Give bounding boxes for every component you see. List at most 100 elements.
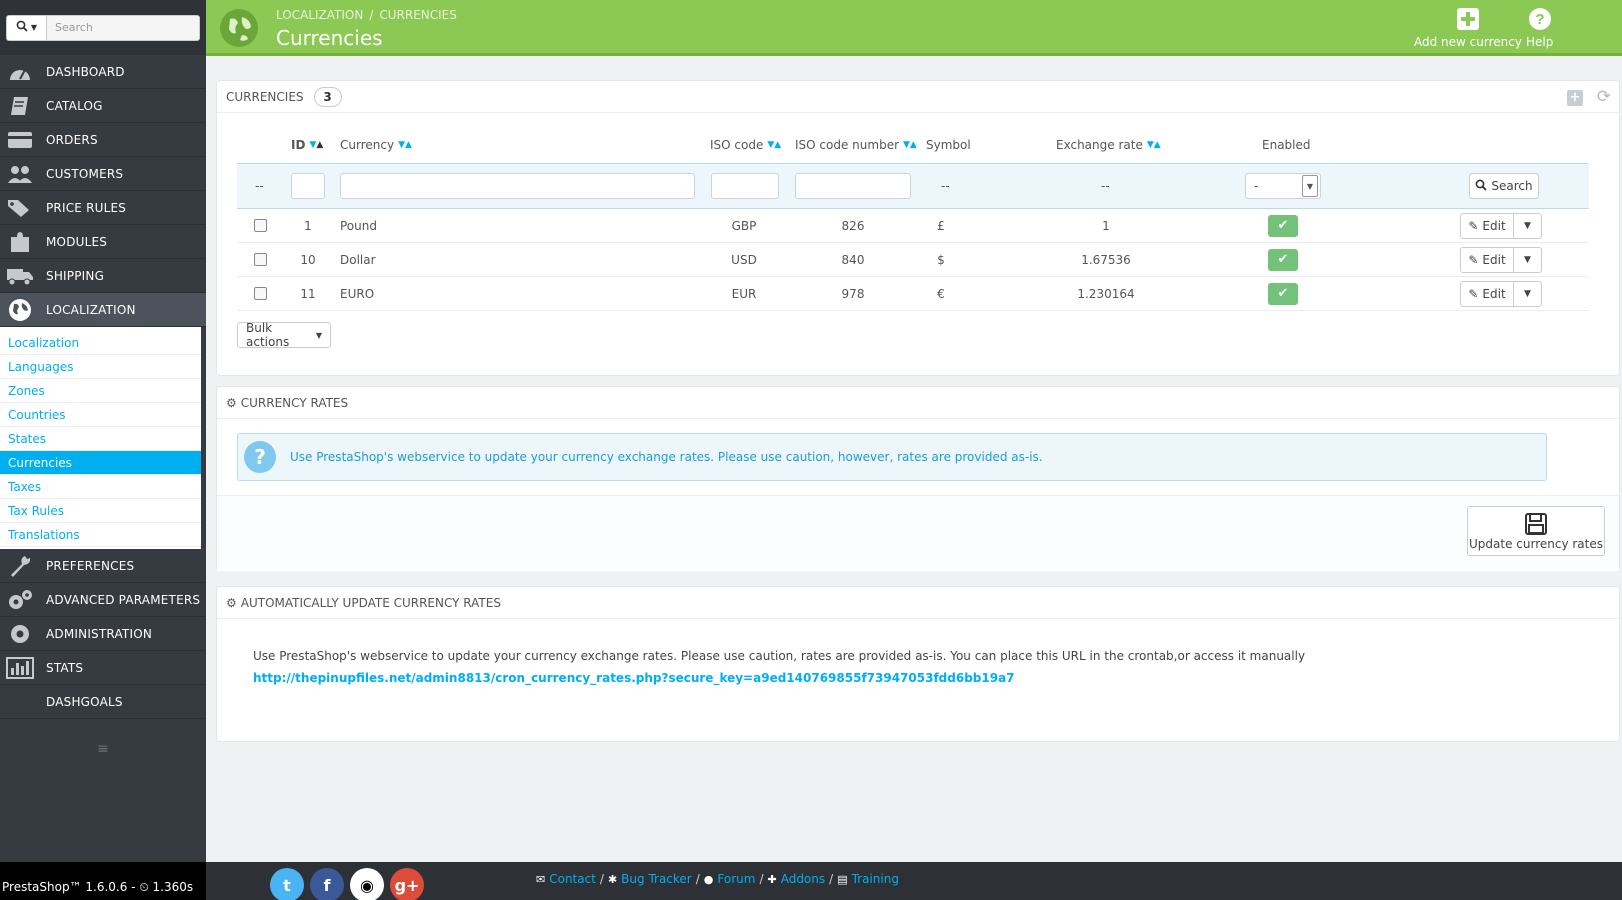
submenu-item-localization[interactable]: Localization <box>0 331 201 355</box>
footer-link-bug-tracker[interactable]: ✱ Bug Tracker / <box>608 872 700 886</box>
book-icon <box>6 94 34 118</box>
footer-links: ✉ Contact / ✱ Bug Tracker / ● Forum / ✚ Addons / ▤ Tr… <box>536 872 899 886</box>
cell-currency: EURO <box>340 286 375 301</box>
wrench-icon <box>6 554 34 578</box>
add-row-icon[interactable]: + <box>1567 90 1583 106</box>
cron-url-link[interactable]: http://thepinupfiles.net/admin8813/cron_… <box>253 671 1015 685</box>
nav-item-modules[interactable]: MODULES <box>0 225 206 259</box>
submenu-item-states[interactable]: States <box>0 427 201 451</box>
filter-id-input[interactable] <box>291 173 325 199</box>
col-currency-label: Currency <box>340 138 395 152</box>
col-iso-number[interactable]: ISO code number ▼▲ <box>795 127 917 163</box>
col-exchange-rate[interactable]: Exchange rate ▼▲ <box>1056 127 1161 163</box>
nav-item-customers[interactable]: CUSTOMERS <box>0 157 206 191</box>
sort-icon[interactable]: ▼▲ <box>1147 140 1161 150</box>
facebook-icon[interactable]: f <box>310 868 344 900</box>
search-button[interactable]: Search <box>1469 173 1539 199</box>
footer-link-training[interactable]: ▤ Training <box>837 872 899 886</box>
nav-item-stats[interactable]: STATS <box>0 651 206 685</box>
search-input[interactable]: Search <box>46 14 200 41</box>
col-iso-label: ISO code <box>710 138 764 152</box>
col-id[interactable]: ID ▼▲ <box>291 127 323 163</box>
edit-label: Edit <box>1482 286 1506 301</box>
submenu-item-tax-rules[interactable]: Tax Rules <box>0 499 201 523</box>
pencil-icon: ✎ <box>1468 286 1479 301</box>
submenu-item-zones[interactable]: Zones <box>0 379 201 403</box>
nav-item-label: ORDERS <box>46 132 98 147</box>
help-button[interactable]: ? Help <box>1526 6 1553 49</box>
filter-enabled-select[interactable]: - ▼ <box>1245 173 1321 199</box>
page-title: Currencies <box>276 26 383 50</box>
breadcrumb-localization[interactable]: LOCALIZATION <box>276 8 363 22</box>
breadcrumb-currencies[interactable]: CURRENCIES <box>379 8 457 22</box>
menu-collapse-icon[interactable]: ≡ <box>0 719 206 779</box>
version-text: PrestaShop™ 1.6.0.6 - <box>2 880 140 894</box>
col-currency[interactable]: Currency ▼▲ <box>340 127 412 163</box>
enabled-check-icon[interactable]: ✔ <box>1268 282 1298 305</box>
footer-link-contact[interactable]: ✉ Contact / <box>536 872 604 886</box>
nav-item-advanced-parameters[interactable]: ADVANCED PARAMETERS <box>0 583 206 617</box>
nav-item-price-rules[interactable]: PRICE RULES <box>0 191 206 225</box>
filter-row: -- -- -- - ▼ Search <box>237 163 1589 209</box>
cell-rate: 1.67536 <box>1081 252 1131 267</box>
chevron-down-icon: ▼ <box>1302 175 1318 197</box>
submenu-item-languages[interactable]: Languages <box>0 355 201 379</box>
nav-item-catalog[interactable]: CATALOG <box>0 89 206 123</box>
sort-icon[interactable]: ▼▲ <box>398 140 412 150</box>
submenu-item-currencies[interactable]: Currencies <box>0 451 201 475</box>
nav-item-orders[interactable]: ORDERS <box>0 123 206 157</box>
nav-item-dashgoals[interactable]: DASHGOALS <box>0 685 206 719</box>
nav-item-localization[interactable]: LOCALIZATION <box>0 293 206 327</box>
row-checkbox[interactable] <box>254 287 267 300</box>
filter-iso-number-input[interactable] <box>795 173 911 199</box>
add-new-currency-button[interactable]: Add new currency <box>1414 6 1522 49</box>
filter-iso-input[interactable] <box>711 173 779 199</box>
update-currency-rates-button[interactable]: Update currency rates <box>1467 506 1605 556</box>
dashboard-icon <box>6 60 34 84</box>
bug-icon: ✱ <box>607 872 618 886</box>
row-actions-dropdown[interactable]: ▼ <box>1514 280 1542 307</box>
footer-link-addons[interactable]: ✚ Addons / <box>767 872 833 886</box>
submenu-item-taxes[interactable]: Taxes <box>0 475 201 499</box>
nav-item-preferences[interactable]: PREFERENCES <box>0 549 206 583</box>
twitter-icon[interactable]: t <box>270 868 304 900</box>
save-icon <box>1468 511 1604 537</box>
footer-link-forum[interactable]: ● Forum / <box>704 872 764 886</box>
bulk-actions-button[interactable]: Bulk actions ▼ <box>237 321 331 349</box>
col-rate-label: Exchange rate <box>1056 138 1143 152</box>
sort-icon[interactable]: ▼▲ <box>903 140 917 150</box>
row-actions-dropdown[interactable]: ▼ <box>1514 212 1542 239</box>
cell-iso: EUR <box>731 286 757 301</box>
caret-down-icon: ▼ <box>315 330 322 340</box>
page-header: LOCALIZATION / CURRENCIES Currencies Add n… <box>206 0 1622 56</box>
enabled-check-icon[interactable]: ✔ <box>1268 248 1298 271</box>
col-iso-code[interactable]: ISO code ▼▲ <box>710 127 781 163</box>
nav-item-administration[interactable]: ADMINISTRATION <box>0 617 206 651</box>
edit-button[interactable]: ✎ Edit <box>1460 212 1514 239</box>
localization-submenu: Localization Languages Zones Countries State… <box>0 327 201 549</box>
row-actions-dropdown[interactable]: ▼ <box>1514 246 1542 273</box>
google-plus-icon[interactable]: g+ <box>390 868 424 900</box>
filter-currency-input[interactable] <box>340 173 695 199</box>
credit-card-icon <box>6 128 34 152</box>
edit-button[interactable]: ✎ Edit <box>1460 280 1514 307</box>
submenu-item-countries[interactable]: Countries <box>0 403 201 427</box>
auto-update-heading: ⚙ AUTOMATICALLY UPDATE CURRENCY RATES <box>217 587 1619 619</box>
table-row: 11 EURO EUR 978 €1.230164 ✔ ✎ Edit ▼ <box>237 277 1589 311</box>
refresh-icon[interactable]: ⟳ <box>1597 87 1611 107</box>
cell-iso-number: 840 <box>841 252 865 267</box>
edit-button[interactable]: ✎ Edit <box>1460 246 1514 273</box>
enabled-check-icon[interactable]: ✔ <box>1268 214 1298 237</box>
nav-item-label: LOCALIZATION <box>46 302 136 317</box>
sort-icon[interactable]: ▼▲ <box>309 140 323 150</box>
submenu-item-translations[interactable]: Translations <box>0 523 201 547</box>
sort-icon[interactable]: ▼▲ <box>767 140 781 150</box>
footer: t f ◉ g+ ✉ Contact / ✱ Bug Tracker / ● Forum / ✚ A… <box>206 862 1622 900</box>
row-checkbox[interactable] <box>254 253 267 266</box>
nav-item-shipping[interactable]: SHIPPING <box>0 259 206 293</box>
cell-symbol: € <box>937 286 945 301</box>
row-checkbox[interactable] <box>254 219 267 232</box>
github-icon[interactable]: ◉ <box>350 868 384 900</box>
search-options-button[interactable]: ▼ <box>6 14 46 41</box>
nav-item-dashboard[interactable]: DASHBOARD <box>0 55 206 89</box>
